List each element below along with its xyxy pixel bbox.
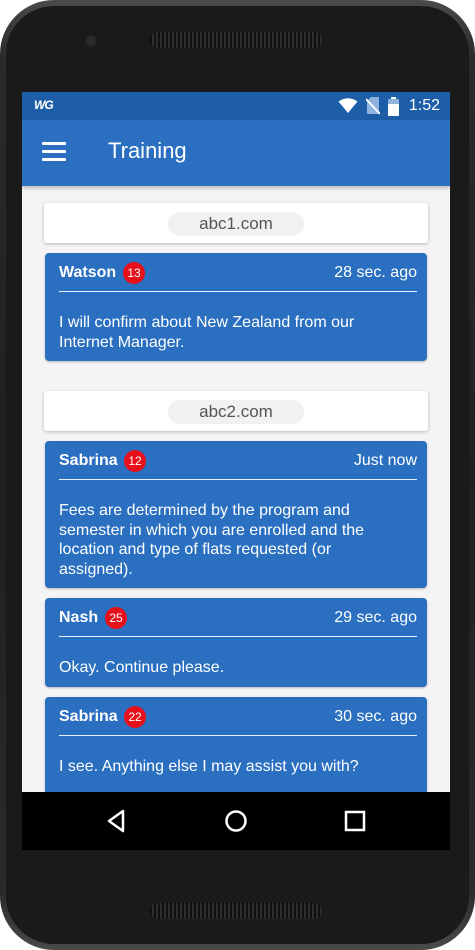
carrier-logo: WG [34, 98, 54, 112]
recents-square-icon[interactable] [340, 806, 370, 836]
sender-name: Nash [59, 609, 99, 626]
screen: WG 1:52 Training abc1.com Watson 13 28 s… [22, 92, 450, 850]
sender-name: Watson [59, 264, 117, 281]
unread-count-badge: 12 [124, 450, 146, 472]
no-sim-icon [365, 97, 380, 115]
back-triangle-icon[interactable] [102, 806, 132, 836]
hamburger-menu-icon[interactable] [42, 142, 68, 162]
message-header: Sabrina 12 Just now [59, 441, 417, 480]
message-header: Nash 25 29 sec. ago [59, 598, 417, 637]
sender-name: Sabrina [59, 708, 118, 725]
message-time: Just now [353, 452, 417, 469]
navigation-bar [22, 792, 450, 850]
message-list[interactable]: abc1.com Watson 13 28 sec. ago I will co… [22, 186, 450, 792]
domain-label: abc1.com [168, 212, 304, 236]
bottom-speaker-grille [150, 903, 322, 919]
domain-label: abc2.com [168, 400, 304, 424]
unread-count-badge: 25 [105, 607, 127, 629]
message-text: I will confirm about New Zealand from ou… [59, 314, 355, 351]
top-speaker-grille [150, 32, 322, 48]
status-icons: 1:52 [338, 96, 440, 116]
battery-icon [387, 96, 399, 116]
message-time: 28 sec. ago [334, 264, 417, 281]
page-title: Training [108, 138, 187, 163]
app-bar: Training [22, 120, 450, 186]
message-time: 29 sec. ago [334, 609, 417, 626]
message-header: Sabrina 22 30 sec. ago [59, 697, 417, 736]
status-bar: WG 1:52 [22, 92, 450, 120]
message-time: 30 sec. ago [334, 708, 417, 725]
unread-count-badge: 13 [123, 262, 145, 284]
home-circle-icon[interactable] [221, 806, 251, 836]
wifi-icon [338, 98, 358, 113]
message-card[interactable]: Watson 13 28 sec. ago I will confirm abo… [45, 253, 427, 361]
message-text: I see. Anything else I may assist you wi… [59, 758, 359, 775]
message-text: Okay. Continue please. [59, 659, 225, 676]
message-header: Watson 13 28 sec. ago [59, 253, 417, 292]
message-card[interactable]: Nash 25 29 sec. ago Okay. Continue pleas… [45, 598, 427, 687]
message-text: Fees are determined by the program and s… [59, 502, 365, 578]
message-card[interactable]: Sabrina 22 30 sec. ago I see. Anything e… [45, 697, 427, 792]
status-time: 1:52 [408, 97, 440, 114]
domain-header-abc2: abc2.com [44, 391, 428, 431]
domain-header-abc1: abc1.com [44, 203, 428, 243]
sender-name: Sabrina [59, 452, 118, 469]
phone-frame: WG 1:52 Training abc1.com Watson 13 28 s… [0, 0, 475, 950]
front-camera [84, 34, 98, 48]
message-card[interactable]: Sabrina 12 Just now Fees are determined … [45, 441, 427, 588]
unread-count-badge: 22 [124, 706, 146, 728]
